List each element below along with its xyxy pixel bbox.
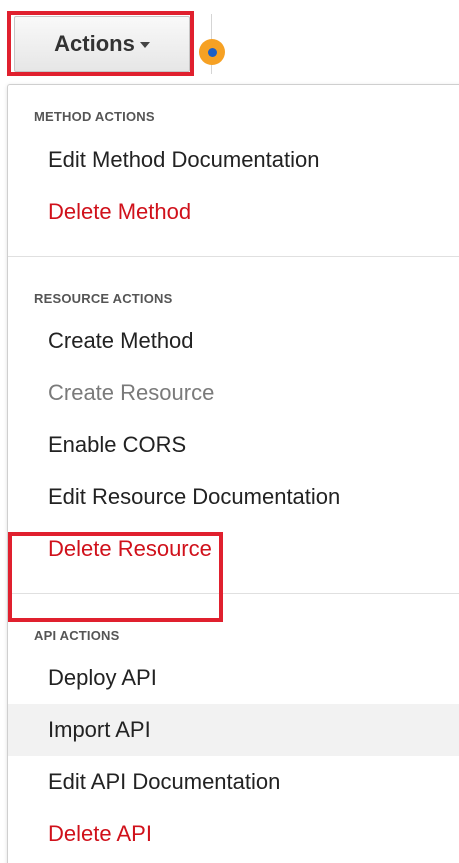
menu-item-edit-method-documentation[interactable]: Edit Method Documentation [8, 134, 459, 186]
method-actions-header: METHOD ACTIONS [34, 109, 155, 124]
menu-item-deploy-api[interactable]: Deploy API [8, 652, 459, 704]
menu-item-delete-api[interactable]: Delete API [8, 808, 459, 860]
menu-item-edit-resource-documentation[interactable]: Edit Resource Documentation [8, 471, 459, 523]
menu-item-delete-method[interactable]: Delete Method [8, 186, 459, 238]
menu-separator [8, 256, 459, 257]
status-dot-icon [199, 39, 225, 65]
menu-item-import-api[interactable]: Import API [8, 704, 459, 756]
menu-item-edit-api-documentation[interactable]: Edit API Documentation [8, 756, 459, 808]
deploy-api-highlight-box [8, 532, 223, 622]
menu-item-create-method[interactable]: Create Method [8, 315, 459, 367]
api-actions-header: API ACTIONS [34, 628, 120, 643]
menu-item-create-resource[interactable]: Create Resource [8, 367, 459, 419]
status-dot-center [207, 47, 217, 57]
resource-actions-header: RESOURCE ACTIONS [34, 291, 173, 306]
menu-item-enable-cors[interactable]: Enable CORS [8, 419, 459, 471]
actions-dropdown-menu: METHOD ACTIONS Edit Method Documentation… [7, 84, 459, 863]
actions-highlight-box [7, 11, 194, 76]
api-gateway-actions-view: Actions METHOD ACTIONS Edit Method Docum… [0, 0, 459, 863]
